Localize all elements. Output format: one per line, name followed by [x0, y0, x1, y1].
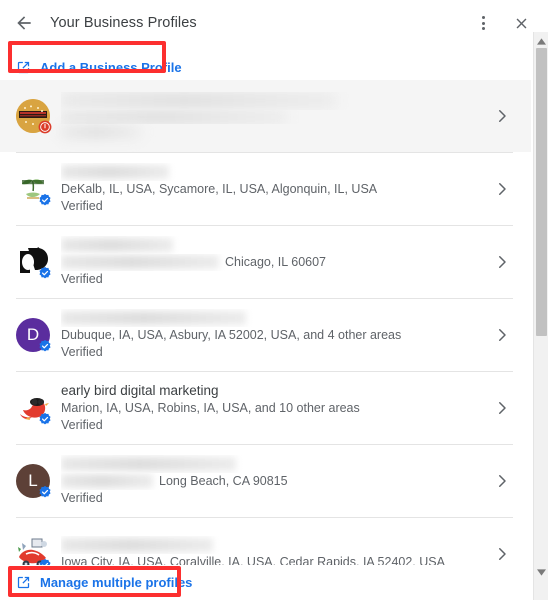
avatar: L: [16, 463, 51, 498]
scroll-down-arrow-icon: [537, 569, 546, 576]
chevron-right-icon: [499, 474, 506, 487]
back-button[interactable]: [10, 9, 38, 37]
avatar: [16, 171, 51, 206]
list-item[interactable]: D Dubuque, IA, USA, Asbury, IA 52002, US…: [0, 298, 531, 371]
scroll-down-button[interactable]: [534, 565, 548, 580]
avatar: [16, 244, 51, 279]
add-profile-row: Add a Business Profile: [0, 50, 548, 84]
list-item[interactable]: [0, 80, 531, 152]
list-item-text: Iowa City, IA, USA, Coralville, IA, USA,…: [61, 527, 483, 565]
add-business-profile-label: Add a Business Profile: [40, 59, 182, 75]
profile-address: Marion, IA, USA, Robins, IA, USA, and 10…: [61, 400, 360, 415]
verified-badge: [39, 485, 51, 497]
redacted-name: [61, 93, 336, 109]
chevron-right-icon: [499, 328, 506, 341]
dialog-header: Your Business Profiles: [0, 0, 548, 38]
verified-badge: [39, 339, 51, 351]
list-item-text: [61, 83, 483, 150]
verified-badge: [39, 266, 51, 278]
profile-address: [61, 109, 483, 124]
business-profiles-list[interactable]: DeKalb, IL, USA, Sycamore, IL, USA, Algo…: [0, 80, 531, 565]
chevron-right-icon: [499, 182, 506, 195]
manage-multiple-profiles-label: Manage multiple profiles: [40, 575, 193, 590]
profile-name: [61, 536, 483, 554]
profile-address-text: Long Beach, CA 90815: [159, 473, 288, 488]
open-profile-button[interactable]: [491, 397, 513, 419]
arrow-left-icon: [17, 16, 31, 30]
scroll-up-button[interactable]: [534, 34, 548, 49]
list-item-text: early bird digital marketing Marion, IA,…: [61, 373, 483, 443]
list-item-text: Long Beach, CA 90815 Verified: [61, 446, 483, 516]
manage-profiles-row: Manage multiple profiles: [0, 565, 531, 600]
profile-status: Verified: [61, 344, 103, 359]
redacted-name: [61, 456, 236, 471]
chevron-right-icon: [499, 110, 506, 122]
profile-name: [61, 455, 483, 473]
redacted-name: [61, 237, 173, 252]
avatar: [16, 390, 51, 425]
redacted-status: [61, 126, 141, 139]
scroll-up-arrow-icon: [537, 38, 546, 45]
list-item[interactable]: Iowa City, IA, USA, Coralville, IA, USA,…: [0, 517, 531, 565]
external-link-icon: [17, 61, 30, 73]
redacted-name: [61, 310, 246, 325]
verified-badge: [39, 412, 51, 424]
alert-badge: [38, 120, 52, 134]
manage-multiple-profiles-link[interactable]: Manage multiple profiles: [16, 575, 192, 590]
profile-address: Iowa City, IA, USA, Coralville, IA, USA,…: [61, 555, 445, 565]
avatar: [16, 99, 52, 134]
chevron-right-icon: [499, 255, 506, 268]
profile-status: Verified: [61, 417, 103, 432]
verified-badge: [39, 193, 51, 205]
close-button[interactable]: [508, 10, 534, 36]
list-item[interactable]: L Long Beach, CA 90815 Verified: [0, 444, 531, 517]
external-link-icon: [17, 576, 30, 589]
profile-address: Long Beach, CA 90815: [61, 473, 483, 490]
profile-status: Verified: [61, 490, 103, 505]
avatar: [16, 536, 51, 565]
redacted-name: [61, 164, 169, 179]
scrollbar-thumb[interactable]: [536, 48, 547, 336]
list-item-text: Dubuque, IA, USA, Asbury, IA 52002, USA,…: [61, 300, 483, 370]
redacted-address-part: [61, 474, 153, 488]
profile-address-text: Chicago, IL 60607: [225, 254, 327, 269]
profile-address: Chicago, IL 60607: [61, 254, 483, 271]
add-business-profile-link[interactable]: Add a Business Profile: [16, 60, 182, 75]
open-profile-button[interactable]: [491, 105, 513, 127]
chevron-right-icon: [499, 547, 506, 560]
open-profile-button[interactable]: [491, 251, 513, 273]
profile-status: Verified: [61, 271, 103, 286]
list-item-text: Chicago, IL 60607 Verified: [61, 227, 483, 297]
redacted-address-part: [61, 255, 219, 269]
avatar: D: [16, 317, 51, 352]
list-item[interactable]: Chicago, IL 60607 Verified: [0, 225, 531, 298]
profile-address: Dubuque, IA, USA, Asbury, IA 52002, USA,…: [61, 327, 402, 342]
open-profile-button[interactable]: [491, 324, 513, 346]
list-item[interactable]: DeKalb, IL, USA, Sycamore, IL, USA, Algo…: [0, 152, 531, 225]
vertical-scrollbar[interactable]: [533, 32, 548, 600]
profile-name: early bird digital marketing: [61, 382, 219, 398]
list-item[interactable]: early bird digital marketing Marion, IA,…: [0, 371, 531, 444]
verified-badge: [39, 558, 51, 565]
open-profile-button[interactable]: [491, 178, 513, 200]
profile-name: [61, 92, 483, 110]
profile-name: [61, 309, 483, 327]
redacted-address: [61, 109, 286, 124]
chevron-right-icon: [499, 401, 506, 414]
profile-address: DeKalb, IL, USA, Sycamore, IL, USA, Algo…: [61, 181, 378, 196]
profile-status: Verified: [61, 198, 103, 213]
redacted-name: [61, 538, 213, 553]
open-profile-button[interactable]: [491, 543, 513, 565]
profile-name: [61, 236, 483, 254]
open-profile-button[interactable]: [491, 470, 513, 492]
list-item-text: DeKalb, IL, USA, Sycamore, IL, USA, Algo…: [61, 154, 483, 224]
page-title: Your Business Profiles: [50, 15, 197, 31]
profile-name: [61, 163, 483, 181]
close-icon: [516, 18, 526, 28]
overflow-menu-button[interactable]: [470, 10, 496, 36]
avatar-letter: L: [28, 470, 38, 490]
kebab-menu-icon: [481, 16, 485, 30]
profile-status: [61, 124, 483, 141]
